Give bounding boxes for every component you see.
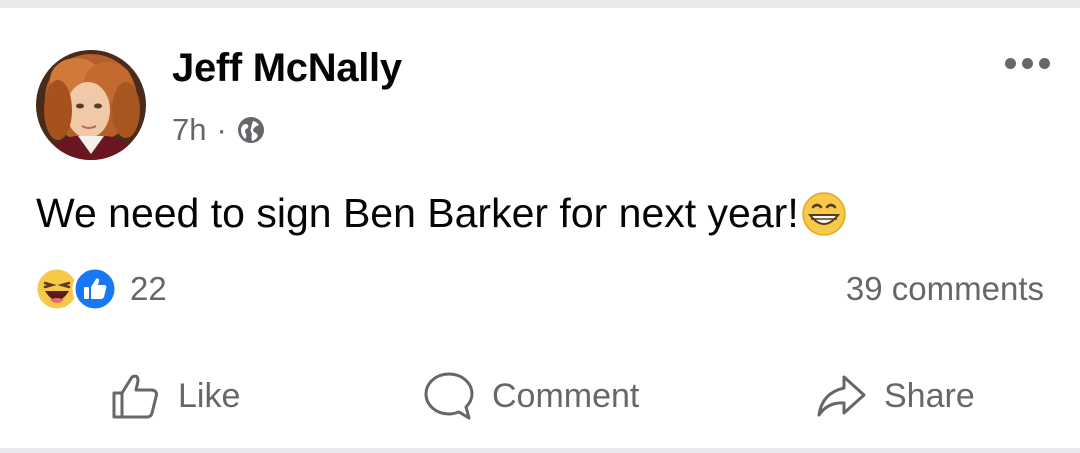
more-options-icon[interactable] xyxy=(1005,58,1050,69)
comment-button[interactable]: Comment xyxy=(422,368,639,424)
author-avatar[interactable] xyxy=(36,50,146,160)
comment-bubble-icon xyxy=(424,372,474,420)
thumbs-up-icon xyxy=(112,374,158,419)
post-time[interactable]: 7h xyxy=(172,112,206,148)
comments-count-link[interactable]: 39 comments xyxy=(846,270,1044,308)
reactions-summary[interactable]: 22 xyxy=(34,266,167,312)
comment-label: Comment xyxy=(492,376,640,415)
like-label: Like xyxy=(178,376,241,415)
like-button[interactable]: Like xyxy=(108,368,240,424)
post-card: Jeff McNally 7h · We need to sign Ben Ba… xyxy=(0,8,1080,448)
share-label: Share xyxy=(884,376,975,415)
like-reaction-icon xyxy=(72,266,118,312)
meta-separator: · xyxy=(216,112,227,147)
share-button[interactable]: Share xyxy=(814,368,975,424)
reaction-count: 22 xyxy=(130,270,167,307)
action-bar: Like Comment Share xyxy=(0,368,1080,424)
globe-icon[interactable] xyxy=(237,116,265,144)
post-text: We need to sign Ben Barker for next year… xyxy=(36,190,847,237)
reaction-icons xyxy=(34,266,118,312)
post-meta: 7h · xyxy=(172,112,265,148)
share-arrow-icon xyxy=(817,375,866,417)
post-body: We need to sign Ben Barker for next year… xyxy=(36,190,799,236)
grinning-face-emoji xyxy=(801,191,846,236)
author-name[interactable]: Jeff McNally xyxy=(172,46,402,91)
